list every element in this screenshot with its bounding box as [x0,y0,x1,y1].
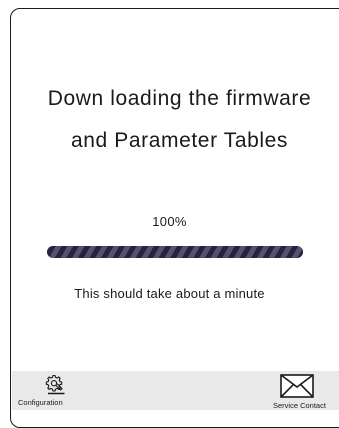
progress-percent-label: 100% [0,214,339,229]
page-title-line-2: and Parameter Tables [10,129,339,153]
page-title-line-1: Down loading the firmware [10,87,339,111]
progress-bar-fill [47,246,303,258]
gear-wrench-icon [45,373,67,395]
status-hint-text: This should take about a minute [0,286,339,301]
configuration-button[interactable]: Configuration [14,373,94,409]
configuration-label: Configuration [18,398,63,407]
progress-bar [47,246,303,258]
service-contact-label: Service Contact [273,401,326,410]
envelope-icon [280,374,314,398]
service-contact-button[interactable]: Service Contact [268,372,339,410]
